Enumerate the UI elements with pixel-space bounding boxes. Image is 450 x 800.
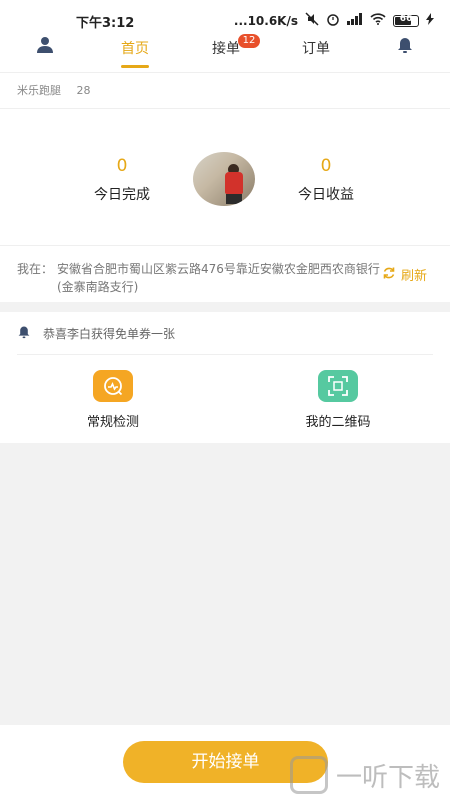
income-number: 0 [320,156,332,176]
nav-divider [0,72,450,73]
charging-icon [426,13,434,28]
bell-icon[interactable] [396,36,414,56]
bell-small-icon [17,325,31,342]
notice-divider [17,354,433,355]
alarm-icon [326,12,340,29]
watermark-logo-icon [290,756,328,794]
income-label: 今日收益 [298,187,354,203]
active-tab-indicator [121,65,149,68]
section-gap [0,302,450,312]
status-time: 下午3:12 [76,16,135,31]
tab-take-orders[interactable]: 接单 [212,38,240,58]
routine-check-button[interactable]: 常规检测 [53,370,173,430]
chart-pulse-icon [93,370,133,402]
status-icons: ...10.6K/s 66 [234,12,434,29]
signal-icon [347,13,363,28]
content-area [0,443,450,725]
today-income: 0 今日收益 [266,156,386,204]
user-name: 米乐跑腿 [17,84,61,97]
completed-number: 0 [116,156,128,176]
top-nav: 首页 接单 12 订单 [0,30,450,72]
status-bar: 下午3:12 ...10.6K/s 66 [0,0,450,31]
notice-bar[interactable]: 恭喜李白获得免单券一张 [17,325,175,342]
my-qr-code-button[interactable]: 我的二维码 [278,370,398,430]
location-address: 安徽省合肥市蜀山区紫云路476号靠近安徽农金肥西农商银行(金寨南路支行) [57,262,380,294]
location-label: 我在： [17,262,54,276]
battery-icon: 66 [393,13,419,27]
refresh-button[interactable]: 刷新 [382,265,427,284]
tab-orders[interactable]: 订单 [302,38,330,58]
routine-check-label: 常规检测 [86,415,139,430]
mute-icon [305,12,319,29]
user-divider [0,108,450,109]
today-completed: 0 今日完成 [62,156,182,204]
avatar[interactable] [193,152,255,206]
user-icon[interactable] [36,36,54,56]
take-orders-badge: 12 [238,34,260,48]
watermark-text: 一听下载 [336,762,441,793]
completed-label: 今日完成 [94,187,150,203]
stats-divider [0,245,450,246]
battery-level: 66 [399,13,413,24]
wifi-icon [370,13,386,28]
notice-text: 恭喜李白获得免单券一张 [43,327,176,341]
my-qr-code-label: 我的二维码 [305,415,371,430]
network-speed: ...10.6K/s [233,13,298,28]
watermark: 一听下载 [290,756,440,794]
refresh-label: 刷新 [401,269,428,284]
refresh-icon [382,266,396,284]
qr-scan-icon [318,370,358,402]
user-line: 米乐跑腿 28 [17,82,91,98]
tab-home[interactable]: 首页 [121,38,149,58]
user-count: 28 [76,84,91,97]
